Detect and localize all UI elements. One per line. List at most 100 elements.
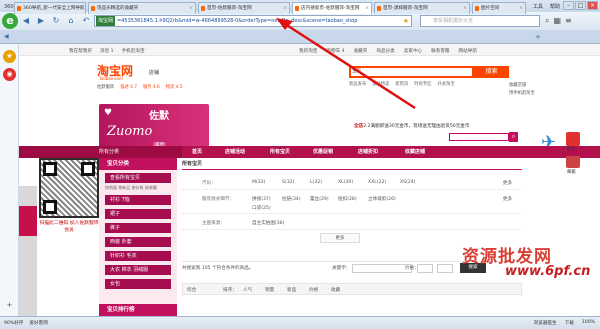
tab-scroll-icon[interactable]: ◀ [4, 33, 9, 40]
attr-value[interactable]: XS(24) [400, 180, 416, 185]
attr-value[interactable]: 蕾丝(29) [310, 196, 329, 202]
status-item[interactable]: 爱好客网 [29, 320, 47, 326]
attr-more-link[interactable]: 更多 [503, 196, 512, 202]
minimize-icon[interactable]: – [563, 1, 574, 10]
sort-item[interactable]: 收藏 [331, 287, 340, 293]
shop-search-input[interactable] [449, 133, 509, 141]
category-item[interactable]: 查看所有宝贝 [105, 173, 171, 183]
keyword-input[interactable] [352, 264, 412, 273]
category-sub[interactable]: 按销量 按新品 按价格 按收藏 [105, 185, 173, 191]
category-item[interactable]: 裙子 [105, 209, 171, 219]
url-text[interactable]: =4535361845.1.h9Q2rb&mid=w-4664899528-0&… [115, 18, 357, 24]
tab-close-icon[interactable]: × [283, 3, 287, 14]
all-categories[interactable]: 所有分类 [19, 146, 182, 158]
shop-brand-banner[interactable]: ♥ 佐默 Zuomo 美佳 [99, 104, 209, 152]
suggest-link[interactable]: 新到货 [395, 81, 408, 87]
category-item[interactable]: 西装 外套 [105, 237, 171, 247]
tab-image-space[interactable]: 图片空间 × [472, 2, 526, 14]
search-category[interactable]: 宝贝 [352, 68, 361, 76]
sort-item[interactable]: 销量 [265, 287, 274, 293]
gift-icon[interactable] [566, 132, 580, 146]
category-item[interactable]: 大衣 棉衣 羽绒服 [105, 265, 171, 275]
top-link[interactable]: 卖家中心 [404, 48, 422, 54]
back-icon[interactable]: ◀ [21, 15, 31, 26]
nav-home[interactable]: 首页 [192, 146, 202, 158]
browser-search-input[interactable]: 单反相机报价大全 [420, 15, 540, 27]
category-item[interactable]: 女包 [105, 279, 171, 289]
status-item[interactable]: 下载 [565, 320, 574, 326]
menu-icon[interactable]: ≡ [565, 15, 572, 26]
browser-logo-icon[interactable]: e [2, 13, 18, 29]
sort-item[interactable]: 人气 [243, 287, 252, 293]
top-link[interactable]: 消息 1 [100, 48, 114, 54]
nav-promotions[interactable]: 优惠促销 [313, 146, 333, 158]
zoom-level[interactable]: 100% [582, 320, 595, 326]
price-min-input[interactable] [417, 264, 433, 273]
tab-zuomo-search[interactable]: 店内搜索页-佐默服饰-淘宝网 × [292, 2, 372, 14]
star-favorites-icon[interactable]: ★ [3, 50, 16, 63]
taobao-search-button[interactable]: 搜索 [474, 66, 509, 78]
nav-discount[interactable]: 店铺折扣 [358, 146, 378, 158]
mail-icon[interactable] [566, 156, 580, 168]
tab-favorites[interactable]: 饱品乐精选的收藏夹 × [88, 2, 196, 14]
suggest-link[interactable]: 时尚专区 [414, 81, 431, 87]
top-link[interactable]: 商品分类 [376, 48, 394, 54]
address-bar[interactable]: 淘宝网 =4535361845.1.h9Q2rb&mid=w-466489952… [94, 15, 412, 27]
shop-search-icon[interactable]: ⌕ [509, 132, 518, 142]
tab-yuanhui-home[interactable]: 首页-源辉服饰-淘宝网 × [374, 2, 470, 14]
suggest-link[interactable]: 爆品特卖 [372, 81, 389, 87]
taobao-search-input[interactable]: 宝贝 [349, 66, 474, 78]
new-tab-icon[interactable]: + [535, 33, 541, 41]
attr-value[interactable]: 拼接(37) [252, 196, 271, 202]
top-link[interactable]: 我在帮我买 [69, 48, 92, 54]
tab-close-icon[interactable]: × [189, 3, 193, 14]
nav-activities[interactable]: 店铺活动 [225, 146, 245, 158]
refresh-icon[interactable]: ↻ [51, 15, 61, 26]
weibo-icon[interactable]: ◉ [3, 68, 16, 81]
attr-more-link[interactable]: 更多 [503, 180, 512, 186]
rating-shop-name[interactable]: 佐默服饰 [97, 84, 114, 90]
top-link[interactable]: 网站导航 [459, 48, 477, 54]
tab-close-icon[interactable]: × [519, 3, 523, 14]
suggest-link[interactable]: 开关淘宝 [437, 81, 454, 87]
top-link[interactable]: 收藏夹 [354, 48, 368, 54]
suggest-link[interactable]: 新品发布 [349, 81, 366, 87]
menu-help[interactable]: 帮助 [550, 3, 560, 10]
attr-value[interactable]: XXL(22) [368, 180, 386, 185]
sort-item[interactable]: 新品 [287, 287, 296, 293]
top-link[interactable]: 联系客服 [431, 48, 449, 54]
price-max-input[interactable] [437, 264, 453, 273]
add-icon[interactable]: + [3, 299, 16, 312]
attr-value[interactable]: 立体裁剪(26) [368, 196, 396, 202]
nav-collect[interactable]: 收藏店铺 [405, 146, 425, 158]
attr-value[interactable]: S(32) [282, 180, 294, 185]
attr-value[interactable]: XL(30) [338, 180, 353, 185]
category-item[interactable]: 裤子 [105, 223, 171, 233]
sort-item[interactable]: 综合 [187, 287, 196, 293]
tab-close-icon[interactable]: × [79, 3, 83, 14]
mobile-shop-link[interactable]: 用手机逛淘宝 [509, 90, 535, 96]
sort-item[interactable]: 价格 [309, 287, 318, 293]
nav-all-goods[interactable]: 所有宝贝 [270, 146, 290, 158]
grid-icon[interactable]: ▦ [553, 15, 561, 26]
menu-tools[interactable]: 工具 [533, 3, 543, 10]
tab-close-icon[interactable]: × [463, 3, 467, 14]
forward-icon[interactable]: ▶ [36, 15, 46, 26]
attr-value[interactable]: M(33) [252, 180, 265, 185]
status-item[interactable]: 90%好评 [4, 320, 23, 326]
home-icon[interactable]: ⌂ [66, 15, 76, 26]
category-item[interactable]: 针织衫 毛衣 [105, 251, 171, 261]
maximize-icon[interactable]: □ [575, 1, 586, 10]
more-options-button[interactable]: 更多 [320, 233, 360, 243]
top-link[interactable]: 我的淘宝 [299, 48, 317, 54]
top-link[interactable]: 手机逛淘宝 [122, 48, 145, 54]
favorite-star-icon[interactable]: ★ [403, 17, 411, 25]
attr-value[interactable]: 纽扣(28) [338, 196, 357, 202]
attr-value[interactable]: 口袋(25) [252, 205, 271, 211]
attr-value[interactable]: 自主实拍图(36) [252, 220, 284, 226]
search-icon[interactable]: ⌕ [545, 15, 549, 26]
attr-value[interactable]: 拉链(34) [282, 196, 301, 202]
tab-zuomo-home[interactable]: 首页-佐默服饰-淘宝网 × [198, 2, 290, 14]
restore-icon[interactable]: ↶ [81, 15, 91, 26]
category-item[interactable]: 衬衫 T恤 [105, 195, 171, 205]
